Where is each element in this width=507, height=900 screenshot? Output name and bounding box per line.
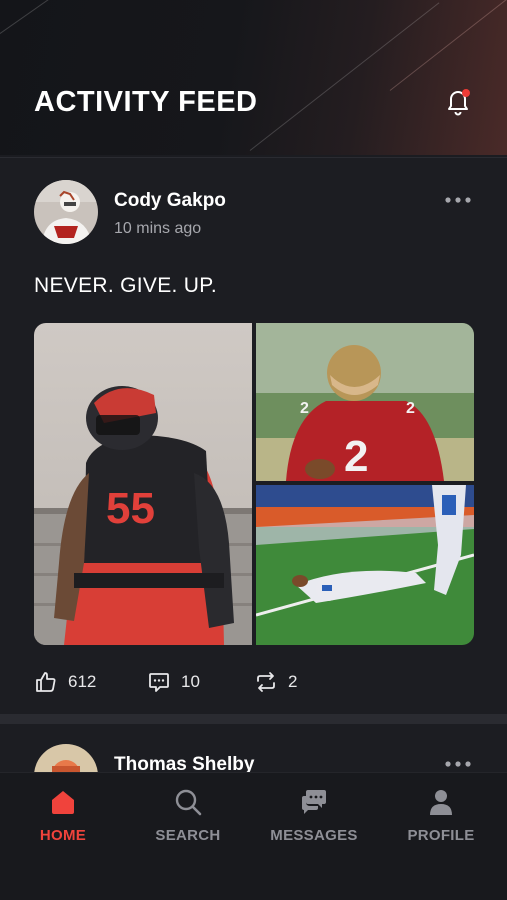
photo-gallery: 55 2 2 2 — [34, 323, 474, 645]
timestamp: 10 mins ago — [114, 220, 202, 237]
more-icon — [445, 761, 471, 767]
tab-label: SEARCH — [155, 827, 221, 844]
repost-count: 2 — [288, 672, 298, 691]
comment-icon — [149, 673, 169, 692]
comment-button[interactable]: 10 — [147, 668, 200, 696]
more-options-button[interactable] — [444, 192, 472, 203]
username[interactable]: Thomas Shelby — [114, 754, 254, 772]
tab-home[interactable]: HOME — [3, 787, 123, 844]
feed: Cody Gakpo 10 mins ago NEVER. GIVE. UP. — [0, 155, 507, 772]
post-card: Cody Gakpo 10 mins ago NEVER. GIVE. UP. — [0, 157, 507, 714]
repost-button[interactable]: 2 — [254, 668, 297, 696]
svg-text:2: 2 — [300, 400, 309, 417]
tab-search[interactable]: SEARCH — [128, 787, 248, 844]
notification-dot — [462, 89, 470, 97]
like-count: 612 — [68, 672, 97, 691]
gallery-image-diving-catch[interactable] — [256, 485, 474, 645]
post-card: Thomas Shelby — [0, 724, 507, 772]
tab-profile[interactable]: PROFILE — [381, 787, 501, 844]
avatar[interactable] — [34, 744, 98, 772]
post-caption: NEVER. GIVE. UP. — [34, 274, 217, 297]
tab-messages[interactable]: MESSAGES — [254, 787, 374, 844]
decorative-streak — [389, 0, 507, 91]
comment-count: 10 — [181, 672, 200, 691]
avatar-image — [34, 744, 98, 772]
notifications-button[interactable] — [444, 86, 472, 116]
svg-text:2: 2 — [406, 400, 415, 417]
tab-label: HOME — [39, 827, 87, 844]
svg-text:2: 2 — [344, 432, 368, 481]
avatar-image — [34, 180, 98, 244]
svg-text:55: 55 — [106, 484, 155, 533]
decorative-streak — [0, 0, 65, 41]
tab-label: PROFILE — [407, 827, 475, 844]
bell-icon — [448, 89, 470, 116]
bottom-tab-bar: HOME SEARCH MESSAGES PROFILE — [0, 772, 507, 900]
post-actions: 612 10 2 — [0, 668, 507, 698]
repost-icon — [257, 672, 275, 692]
messages-icon — [302, 790, 326, 814]
avatar[interactable] — [34, 180, 98, 244]
home-icon — [52, 791, 74, 814]
page-title: ACTIVITY FEED — [34, 86, 258, 118]
profile-icon — [430, 790, 452, 815]
thumbs-up-icon — [36, 672, 56, 692]
gallery-image-player-55[interactable]: 55 — [34, 323, 252, 645]
post-divider — [0, 714, 507, 724]
decorative-streak — [249, 2, 440, 151]
username[interactable]: Cody Gakpo — [114, 190, 226, 212]
header: ACTIVITY FEED — [0, 0, 507, 155]
tab-label: MESSAGES — [270, 827, 358, 844]
gallery-image-quarterback-2[interactable]: 2 2 2 — [256, 323, 474, 481]
more-icon — [445, 197, 471, 203]
like-button[interactable]: 612 — [34, 668, 96, 696]
more-options-button[interactable] — [444, 756, 472, 767]
search-icon — [175, 789, 202, 816]
